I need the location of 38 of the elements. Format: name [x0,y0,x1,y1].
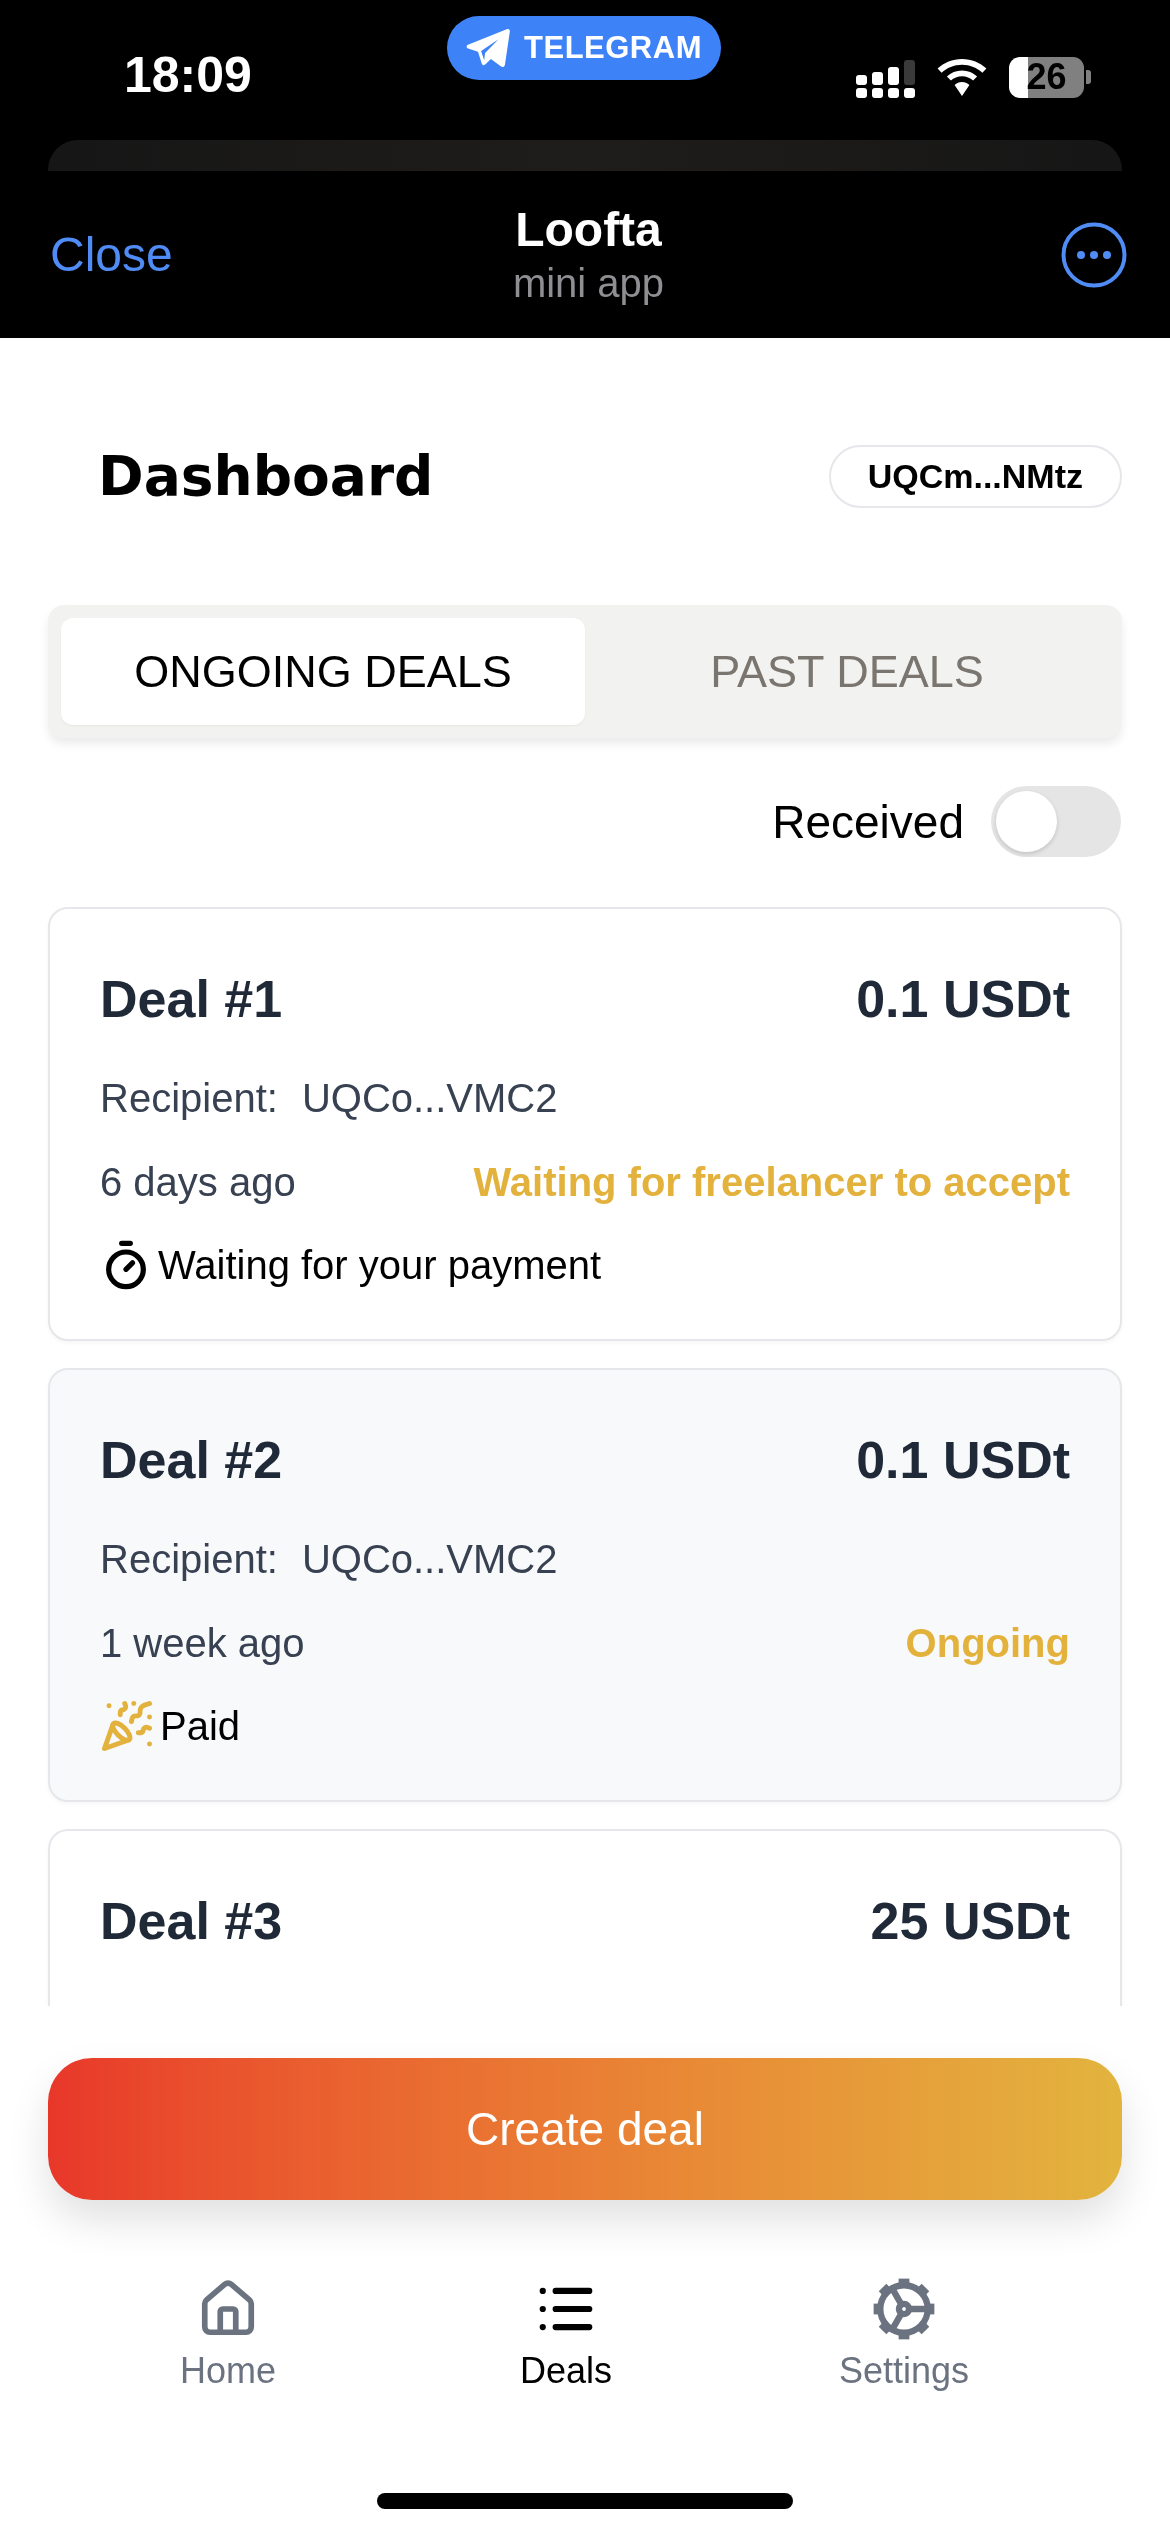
app-title: Loofta [515,201,662,258]
deal-status: Waiting for freelancer to accept [473,1159,1070,1206]
more-button[interactable] [1061,221,1127,288]
recipient-label: Recipient: [100,1536,278,1583]
party-popper-icon [100,1699,154,1753]
deal-amount: 0.1 USDt [856,1430,1070,1491]
nav-tab[interactable]: Home [128,2278,328,2393]
deal-card[interactable]: Deal #3 25 USDt [48,1829,1122,2006]
deal-amount: 0.1 USDt [856,969,1070,1030]
wifi-icon [937,58,987,96]
nav-tab[interactable]: Deals [466,2278,666,2393]
page-title: Dashboard [98,449,434,504]
recipient-address: UQCo...VMC2 [301,1536,558,1583]
toggle-label: Received [772,798,964,845]
deals-tab[interactable]: ONGOING DEALS [61,618,585,725]
deal-time: 6 days ago [100,1159,296,1206]
deal-note: Waiting for your payment [158,1242,602,1289]
wallet-address-button[interactable]: UQCm...NMtz [828,445,1122,508]
deal-card[interactable]: Deal #1 0.1 USDt Recipient: UQCo...VMC2 6 days ago Waiting for freelancer to accept Waiting for your payment [48,907,1122,1341]
nav-tab[interactable]: Settings [804,2278,1004,2393]
deals-tab[interactable]: PAST DEALS [585,618,1109,725]
deal-note: Paid [160,1703,241,1750]
telegram-badge: TELEGRAM [447,16,721,80]
deal-title: Deal #1 [100,969,283,1030]
deal-card[interactable]: Deal #2 0.1 USDt Recipient: UQCo...VMC2 1 week ago Ongoing Paid [48,1368,1122,1802]
app-subtitle: mini app [512,259,665,307]
recipient-address: UQCo...VMC2 [301,1075,558,1122]
deal-title: Deal #3 [100,1891,283,1952]
status-time: 18:09 [124,47,252,103]
deal-time: 1 week ago [100,1620,305,1667]
deal-amount: 25 USDt [870,1891,1070,1952]
more-icon [1061,221,1127,288]
deal-status: Ongoing [905,1620,1070,1667]
close-button[interactable]: Close [50,226,173,283]
gear-icon [873,2278,935,2340]
recipient-label: Recipient: [100,1075,278,1122]
deal-title: Deal #2 [100,1430,283,1491]
paper-plane-icon [466,28,511,68]
